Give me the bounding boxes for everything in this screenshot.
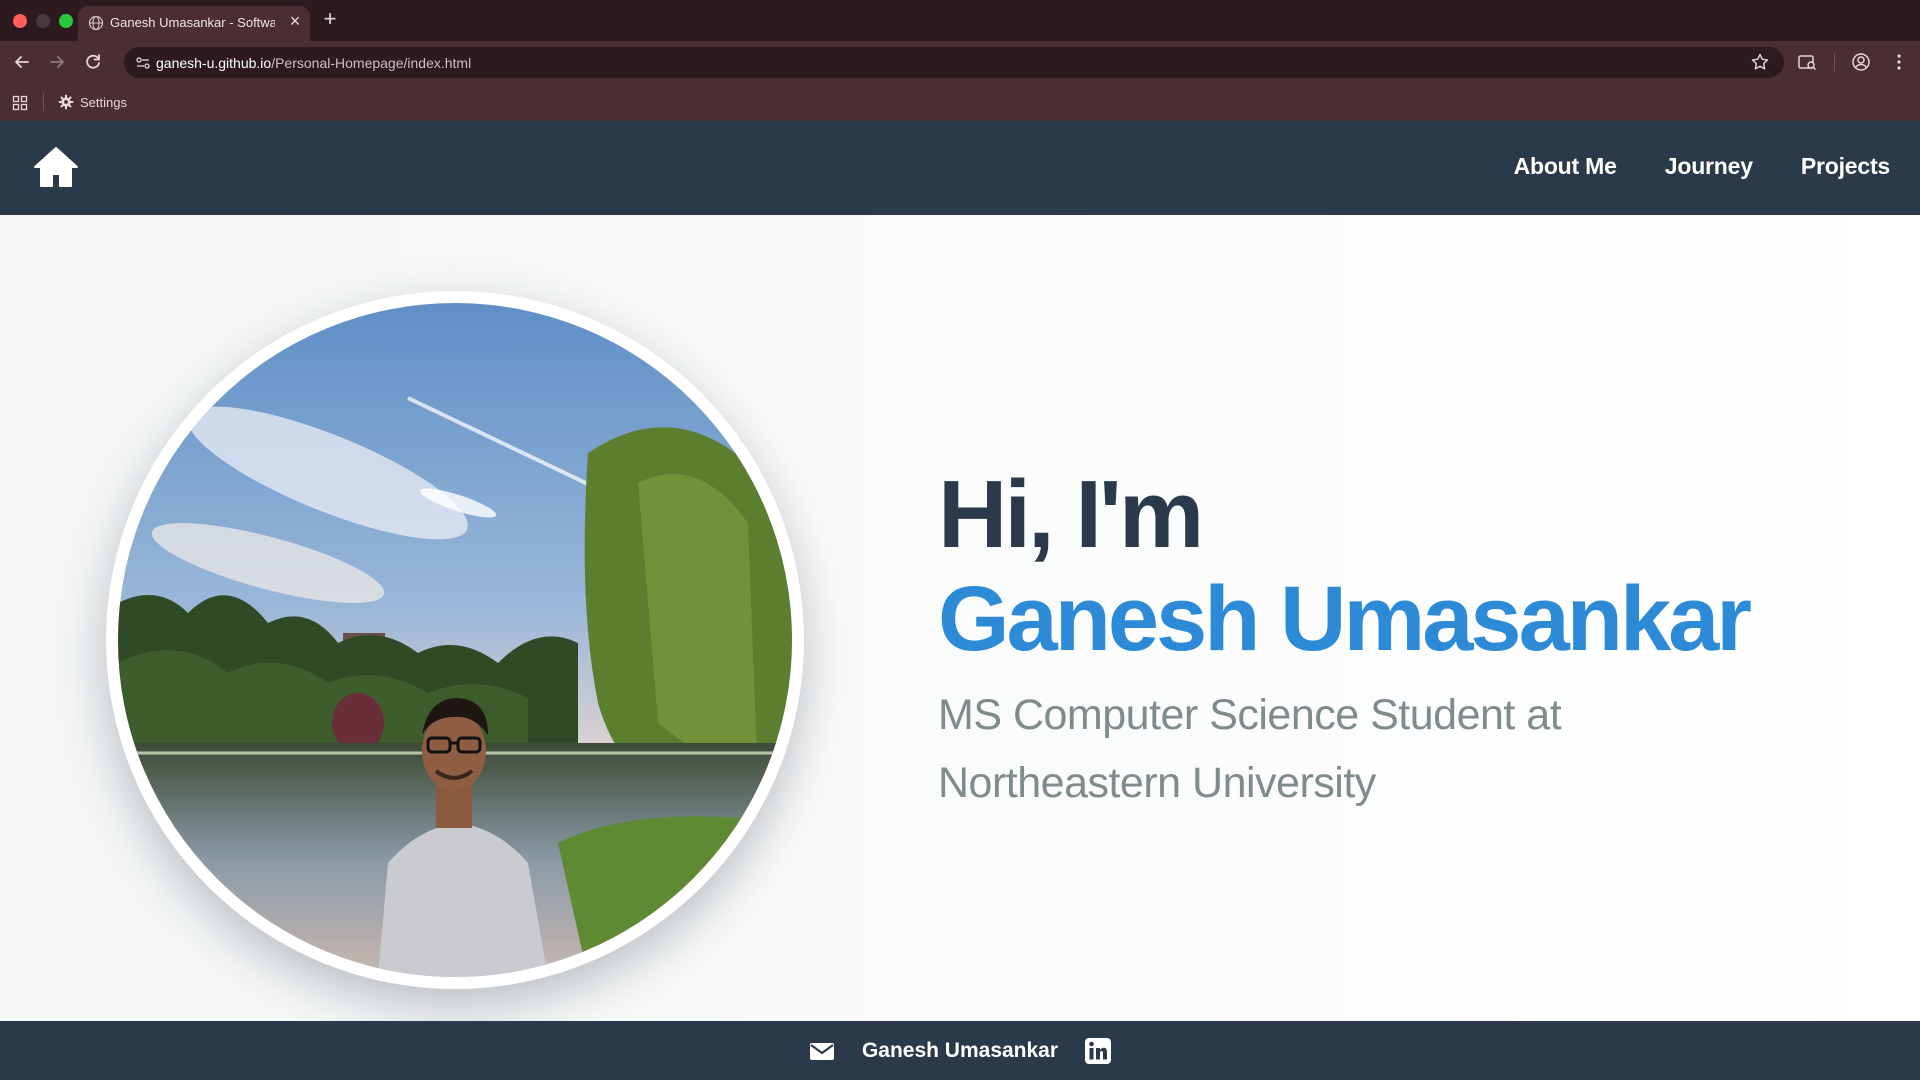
hero-section: Hi, I'm Ganesh Umasankar MS Computer Sci… <box>0 215 1920 1021</box>
profile-photo <box>118 303 792 977</box>
tab-search-icon <box>1798 55 1817 71</box>
browser-toolbar: ganesh-u.github.io/Personal-Homepage/ind… <box>0 41 1920 83</box>
window-zoom-button[interactable] <box>59 14 73 28</box>
bookmarks-bar: Settings <box>0 83 1920 121</box>
url-path: /Personal-Homepage/index.html <box>271 55 472 71</box>
url-text: ganesh-u.github.io/Personal-Homepage/ind… <box>156 55 471 71</box>
nav-link-about-me[interactable]: About Me <box>1514 153 1617 180</box>
tab-close-icon[interactable]: × <box>284 10 306 32</box>
home-icon <box>34 147 78 187</box>
footer-name: Ganesh Umasankar <box>861 1038 1059 1062</box>
footer-contact: Ganesh Umasankar <box>0 1021 1920 1080</box>
window-minimize-button[interactable] <box>36 14 50 28</box>
bookmark-settings-label: Settings <box>80 94 127 110</box>
linkedin-icon[interactable] <box>1084 1037 1112 1065</box>
bookmark-settings[interactable]: Settings <box>58 92 127 112</box>
home-link[interactable] <box>33 146 79 188</box>
site-footer: Ganesh Umasankar <box>0 1021 1920 1080</box>
kebab-menu-icon <box>1897 54 1901 70</box>
apps-grid-icon[interactable] <box>12 95 28 111</box>
site-navbar: About Me Journey Projects <box>0 121 1920 215</box>
tab-search-button[interactable] <box>1795 50 1819 74</box>
arrow-left-icon <box>15 56 29 68</box>
address-bar[interactable]: ganesh-u.github.io/Personal-Homepage/ind… <box>124 47 1784 78</box>
nav-link-projects[interactable]: Projects <box>1801 153 1890 180</box>
bookmark-star-button[interactable] <box>1750 52 1770 72</box>
nav-links: About Me Journey Projects <box>1514 153 1891 180</box>
reload-button[interactable] <box>81 50 105 74</box>
url-host: ganesh-u.github.io <box>156 55 272 71</box>
profile-photo-frame <box>106 291 804 989</box>
profile-icon <box>1852 53 1870 71</box>
globe-icon <box>88 15 104 31</box>
gear-icon <box>58 94 74 110</box>
browser-menu-button[interactable] <box>1887 50 1911 74</box>
subtitle-text: MS Computer Science Student at Northeast… <box>938 691 1562 807</box>
profile-photo-illustration <box>118 303 792 977</box>
window-close-button[interactable] <box>13 14 27 28</box>
back-button[interactable] <box>10 50 34 74</box>
forward-button[interactable] <box>45 50 69 74</box>
reload-icon <box>86 54 100 69</box>
star-icon <box>1751 53 1769 70</box>
arrow-right-icon <box>50 56 64 68</box>
intro-block: Hi, I'm Ganesh Umasankar MS Computer Sci… <box>938 461 1752 817</box>
site-info-icon[interactable] <box>134 54 152 72</box>
greeting-heading: Hi, I'm <box>938 461 1204 568</box>
browser-tab-strip: Ganesh Umasankar - Software Engineer × + <box>0 0 1920 41</box>
profile-button[interactable] <box>1849 50 1873 74</box>
name-heading: Ganesh Umasankar <box>938 568 1752 670</box>
new-tab-button[interactable]: + <box>318 7 342 31</box>
toolbar-divider <box>1834 53 1835 71</box>
mail-icon[interactable] <box>808 1037 836 1065</box>
bookmarks-divider <box>43 93 44 111</box>
browser-tab-active[interactable]: Ganesh Umasankar - Software Engineer × <box>78 6 310 41</box>
tab-title: Ganesh Umasankar - Software Engineer <box>110 15 275 30</box>
nav-link-journey[interactable]: Journey <box>1665 153 1753 180</box>
